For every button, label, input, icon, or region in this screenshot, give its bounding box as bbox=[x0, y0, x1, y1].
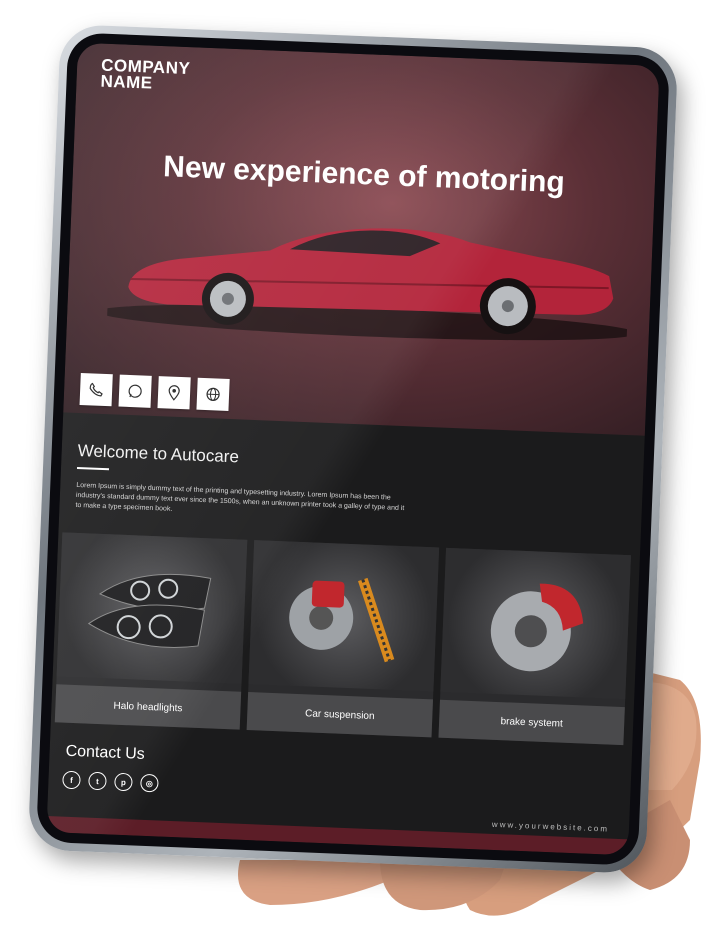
phone-icon[interactable] bbox=[79, 373, 113, 407]
product-label-headlights: Halo headlights bbox=[54, 684, 242, 730]
sports-car-image bbox=[106, 228, 632, 341]
globe-icon[interactable] bbox=[196, 377, 230, 411]
company-logo[interactable]: COMPANY NAME bbox=[100, 56, 190, 94]
product-card-brakes[interactable]: brake systemt bbox=[438, 547, 631, 746]
contact-title: Contact Us bbox=[65, 742, 146, 763]
quick-contact-icons bbox=[79, 373, 230, 411]
instagram-icon[interactable]: ◎ bbox=[140, 773, 159, 793]
tablet-screen: COMPANY NAME New experience of motoring bbox=[46, 42, 660, 856]
brakes-image bbox=[440, 547, 631, 700]
tablet-bezel: COMPANY NAME New experience of motoring bbox=[35, 32, 671, 866]
hero-section: COMPANY NAME New experience of motoring bbox=[63, 42, 660, 436]
facebook-icon[interactable]: f bbox=[62, 770, 81, 790]
product-label-suspension: Car suspension bbox=[246, 691, 434, 738]
welcome-underline bbox=[76, 466, 110, 471]
pinterest-icon[interactable]: p bbox=[114, 772, 133, 792]
whatsapp-icon[interactable] bbox=[118, 374, 152, 408]
website-link[interactable]: www.yourwebsite.com bbox=[492, 820, 609, 834]
product-cards: Halo headlights Car suspension brake sys… bbox=[54, 532, 631, 754]
product-label-brakes: brake systemt bbox=[438, 699, 625, 746]
welcome-title: Welcome to Autocare bbox=[77, 440, 240, 467]
product-card-suspension[interactable]: Car suspension bbox=[246, 540, 440, 738]
headlights-image bbox=[56, 532, 248, 684]
product-card-headlights[interactable]: Halo headlights bbox=[54, 532, 248, 730]
welcome-body: Lorem Ipsum is simply dummy text of the … bbox=[75, 481, 405, 513]
location-icon[interactable] bbox=[157, 376, 191, 410]
suspension-image bbox=[248, 540, 440, 692]
social-icons: f t p ◎ bbox=[62, 770, 159, 793]
twitter-icon[interactable]: t bbox=[88, 771, 107, 791]
tablet-device: COMPANY NAME New experience of motoring bbox=[27, 23, 679, 875]
